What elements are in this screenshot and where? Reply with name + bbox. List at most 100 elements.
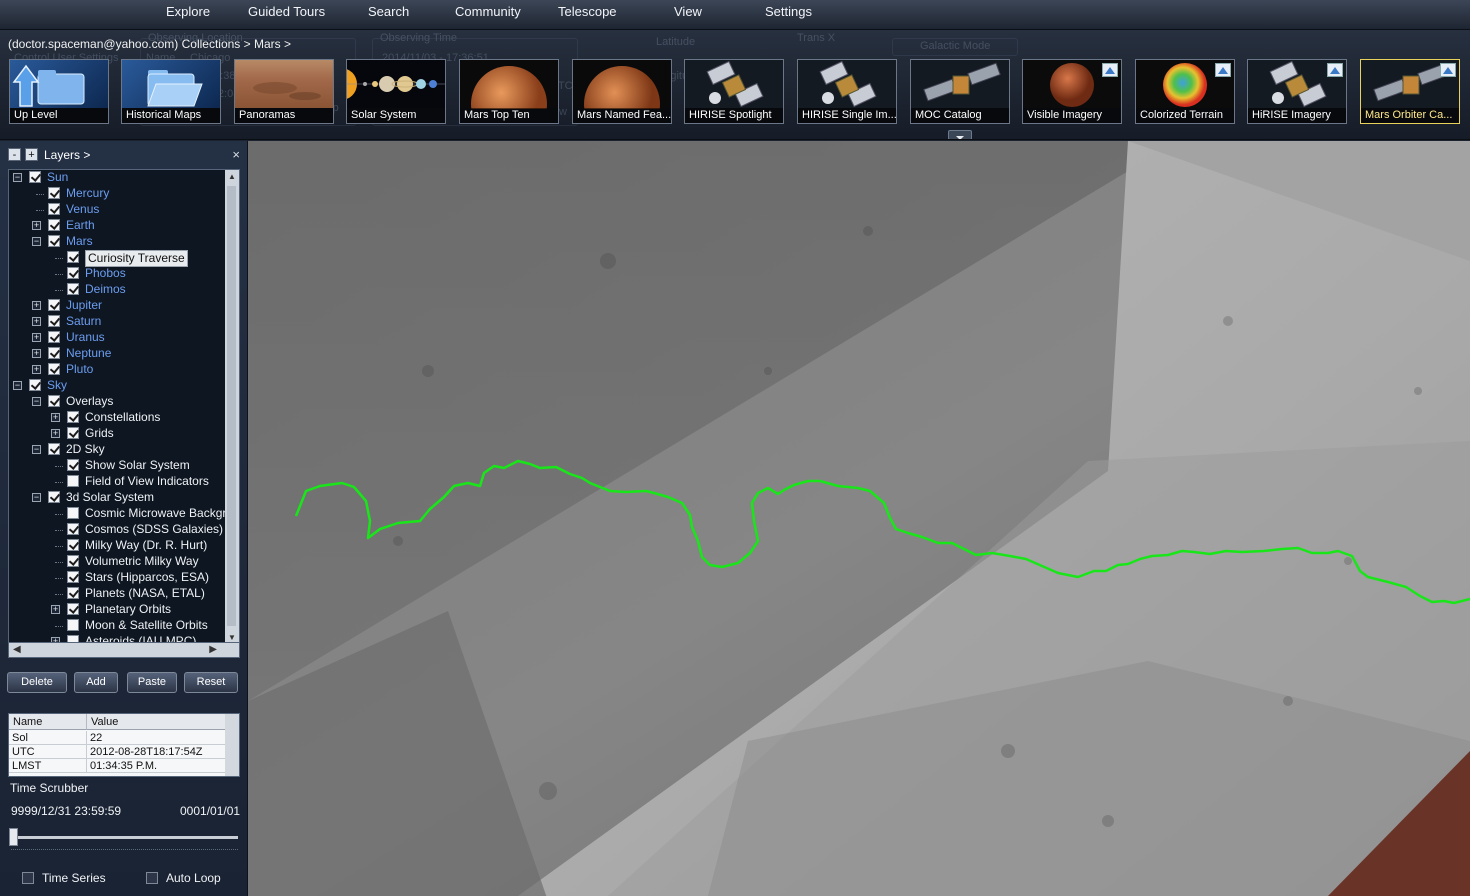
collapse-node-icon[interactable]: − xyxy=(32,445,41,454)
layer-node[interactable]: Phobos xyxy=(9,266,227,282)
layer-checkbox[interactable] xyxy=(67,459,79,471)
layer-label[interactable]: Moon & Satellite Orbits xyxy=(85,618,208,633)
tree-horizontal-scrollbar[interactable]: ◀ ▶ xyxy=(8,642,240,658)
tree-vertical-scrollbar[interactable]: ▲ ▼ xyxy=(225,170,239,642)
layer-node[interactable]: + Saturn xyxy=(9,314,227,330)
tile-up-level[interactable]: Up Level xyxy=(9,59,109,124)
layer-checkbox[interactable] xyxy=(67,619,79,631)
layers-title[interactable]: Layers > xyxy=(44,148,90,162)
expand-node-icon[interactable]: + xyxy=(32,349,41,358)
menu-guided-tours[interactable]: Guided Tours xyxy=(248,4,325,19)
layer-label[interactable]: Earth xyxy=(66,218,95,233)
collapse-node-icon[interactable]: − xyxy=(32,237,41,246)
tile-panoramas[interactable]: Panoramas xyxy=(234,59,334,124)
layer-label[interactable]: Deimos xyxy=(85,282,126,297)
layer-checkbox[interactable] xyxy=(48,203,60,215)
layer-label[interactable]: Jupiter xyxy=(66,298,102,313)
layer-node[interactable]: + Earth xyxy=(9,218,227,234)
tile-colorized-terrain[interactable]: Colorized Terrain xyxy=(1135,59,1235,124)
layer-node[interactable]: + Jupiter xyxy=(9,298,227,314)
layer-label[interactable]: Field of View Indicators xyxy=(85,474,209,489)
tile-mars-orbiter-camera[interactable]: Mars Orbiter Ca... xyxy=(1360,59,1460,124)
layer-node[interactable]: + Planetary Orbits xyxy=(9,602,227,618)
layer-node[interactable]: − Mars xyxy=(9,234,227,250)
layer-node[interactable]: Stars (Hipparcos, ESA) xyxy=(9,570,227,586)
tile-hirise-single-image[interactable]: HIRISE Single Im... xyxy=(797,59,897,124)
layer-node[interactable]: Show Solar System xyxy=(9,458,227,474)
expand-node-icon[interactable]: + xyxy=(32,365,41,374)
layer-checkbox[interactable] xyxy=(67,475,79,487)
layer-node[interactable]: − Overlays xyxy=(9,394,227,410)
layer-node[interactable]: + Neptune xyxy=(9,346,227,362)
layer-label[interactable]: Volumetric Milky Way xyxy=(85,554,199,569)
menu-settings[interactable]: Settings xyxy=(765,4,812,19)
layer-label[interactable]: Curiosity Traverse xyxy=(85,250,188,267)
expand-node-icon[interactable]: + xyxy=(51,429,60,438)
layer-checkbox[interactable] xyxy=(67,411,79,423)
ribbon-expand-button[interactable] xyxy=(948,130,972,139)
layer-checkbox[interactable] xyxy=(67,523,79,535)
layer-node[interactable]: Moon & Satellite Orbits xyxy=(9,618,227,634)
layer-checkbox[interactable] xyxy=(48,299,60,311)
collapse-node-icon[interactable]: − xyxy=(32,493,41,502)
layer-node[interactable]: Cosmos (SDSS Galaxies) xyxy=(9,522,227,538)
time-scrubber-thumb[interactable] xyxy=(9,828,18,846)
collapse-node-icon[interactable]: − xyxy=(13,381,22,390)
layer-node[interactable]: Venus xyxy=(9,202,227,218)
collapse-all-button[interactable]: - xyxy=(8,148,21,161)
tile-historical-maps[interactable]: Historical Maps xyxy=(121,59,221,124)
layer-label[interactable]: Overlays xyxy=(66,394,113,409)
expand-all-button[interactable]: + xyxy=(25,148,38,161)
layer-label[interactable]: Neptune xyxy=(66,346,111,361)
layer-label[interactable]: 3d Solar System xyxy=(66,490,154,505)
layer-checkbox[interactable] xyxy=(67,427,79,439)
tile-solar-system[interactable]: Solar System xyxy=(346,59,446,124)
layer-node[interactable]: Cosmic Microwave Background xyxy=(9,506,239,522)
layer-checkbox[interactable] xyxy=(67,267,79,279)
expand-node-icon[interactable]: + xyxy=(32,317,41,326)
expand-node-icon[interactable]: + xyxy=(32,333,41,342)
layer-label[interactable]: Pluto xyxy=(66,362,93,377)
delete-button[interactable]: Delete xyxy=(7,672,67,693)
layer-label[interactable]: Cosmic Microwave Background xyxy=(85,506,239,521)
tile-hirise-spotlight[interactable]: HIRISE Spotlight xyxy=(684,59,784,124)
layer-node[interactable]: Curiosity Traverse xyxy=(9,250,227,267)
breadcrumb-user[interactable]: (doctor.spaceman@yahoo.com) xyxy=(8,37,178,51)
layer-label[interactable]: Planetary Orbits xyxy=(85,602,171,617)
menu-telescope[interactable]: Telescope xyxy=(558,4,617,19)
collapse-node-icon[interactable]: − xyxy=(32,397,41,406)
layer-checkbox[interactable] xyxy=(29,379,41,391)
layer-checkbox[interactable] xyxy=(48,395,60,407)
expand-node-icon[interactable]: + xyxy=(51,605,60,614)
tile-visible-imagery[interactable]: Visible Imagery xyxy=(1022,59,1122,124)
layer-node[interactable]: Field of View Indicators xyxy=(9,474,227,490)
tile-mars-top-ten[interactable]: Mars Top Ten xyxy=(459,59,559,124)
layer-label[interactable]: Uranus xyxy=(66,330,105,345)
layer-node[interactable]: − 3d Solar System xyxy=(9,490,227,506)
layer-checkbox[interactable] xyxy=(67,571,79,583)
menu-explore[interactable]: Explore xyxy=(166,4,210,19)
layer-label[interactable]: Sun xyxy=(47,170,68,185)
layer-checkbox[interactable] xyxy=(67,587,79,599)
layer-checkbox[interactable] xyxy=(48,235,60,247)
layer-checkbox[interactable] xyxy=(67,507,79,519)
layer-node[interactable]: − Sun xyxy=(9,170,227,186)
name-column-header[interactable]: Name xyxy=(9,714,87,730)
layer-label[interactable]: Saturn xyxy=(66,314,101,329)
layer-label[interactable]: 2D Sky xyxy=(66,442,105,457)
layer-node[interactable]: Volumetric Milky Way xyxy=(9,554,227,570)
properties-scrollbar[interactable] xyxy=(225,714,239,776)
paste-button[interactable]: Paste xyxy=(127,672,177,693)
expand-node-icon[interactable]: + xyxy=(32,221,41,230)
breadcrumb-path[interactable]: Collections > Mars > xyxy=(182,37,291,51)
layer-label[interactable]: Show Solar System xyxy=(85,458,190,473)
layer-checkbox[interactable] xyxy=(48,187,60,199)
expand-node-icon[interactable]: + xyxy=(32,301,41,310)
time-scrubber-track[interactable] xyxy=(11,836,238,839)
collapse-node-icon[interactable]: − xyxy=(13,173,22,182)
mars-map-view[interactable] xyxy=(248,141,1470,896)
layer-node[interactable]: + Grids xyxy=(9,426,227,442)
layer-checkbox[interactable] xyxy=(48,331,60,343)
layer-label[interactable]: Constellations xyxy=(85,410,160,425)
layer-checkbox[interactable] xyxy=(48,315,60,327)
